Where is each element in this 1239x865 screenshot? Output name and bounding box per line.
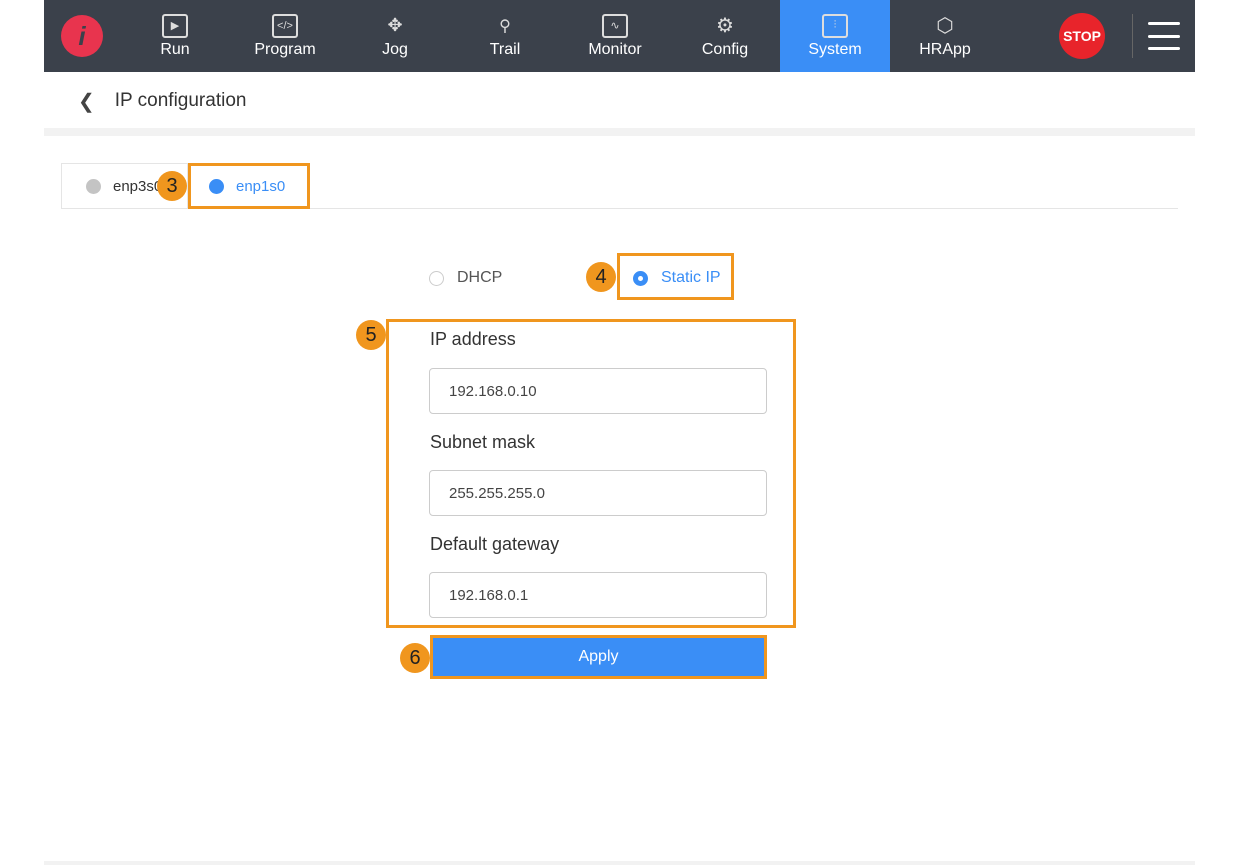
nav-label: Jog — [382, 40, 408, 58]
radio-label: DHCP — [457, 269, 503, 286]
nav-config[interactable]: ⚙ Config — [670, 0, 780, 72]
radio-circle-selected — [633, 270, 648, 286]
stop-button[interactable]: STOP — [1059, 13, 1105, 59]
location-icon: ⚲ — [499, 17, 511, 35]
nav-hrapp[interactable]: ⬡ HRApp — [890, 0, 1000, 72]
nav-system[interactable]: ⫶ System — [780, 0, 890, 72]
code-icon: </> — [272, 13, 298, 38]
page-title: IP configuration — [114, 90, 247, 111]
status-dot — [86, 179, 101, 194]
default-gateway-label: Default gateway — [430, 534, 560, 554]
nav-label: Run — [160, 40, 190, 58]
radio-label: Static IP — [661, 269, 721, 286]
nav-label: HRApp — [919, 40, 971, 58]
status-dot — [209, 178, 224, 194]
ip-address-label: IP address — [430, 329, 516, 349]
tab-enp1s0[interactable]: enp1s0 — [188, 163, 310, 209]
play-icon: ▶ — [162, 13, 188, 38]
radio-dhcp[interactable]: DHCP — [429, 269, 502, 287]
logo: i — [44, 0, 120, 72]
subnet-mask-input[interactable] — [429, 470, 767, 516]
move-icon: ✥ — [387, 15, 403, 35]
nav-monitor[interactable]: ∿ Monitor — [560, 0, 670, 72]
nav-jog[interactable]: ✥ Jog — [340, 0, 450, 72]
tab-label: enp3s0 — [113, 178, 163, 195]
step-badge: 4 — [586, 262, 616, 292]
monitor-icon: ∿ — [602, 13, 628, 38]
subnet-mask-label: Subnet mask — [430, 432, 536, 452]
nav-label: Config — [701, 40, 749, 58]
nav-trail[interactable]: ⚲ Trail — [450, 0, 560, 72]
nav-run[interactable]: ▶ Run — [120, 0, 230, 72]
nav-label: Program — [254, 40, 316, 58]
divider — [44, 861, 1195, 865]
tab-label: enp1s0 — [236, 177, 286, 195]
nav-program[interactable]: </> Program — [230, 0, 340, 72]
divider — [1132, 14, 1133, 58]
back-chevron-icon[interactable]: ❮ — [78, 89, 95, 114]
nav-label: System — [808, 40, 862, 58]
gear-icon: ⚙ — [716, 15, 734, 37]
default-gateway-input[interactable] — [429, 572, 767, 618]
divider — [44, 128, 1195, 136]
hamburger-menu-icon[interactable] — [1148, 22, 1180, 50]
interface-tabs: enp3s0 enp1s0 — [61, 163, 1178, 209]
radio-circle — [429, 270, 444, 286]
nav-label: Trail — [489, 40, 521, 58]
cube-icon: ⬡ — [936, 15, 954, 37]
system-icon: ⫶ — [822, 13, 848, 38]
step-badge: 5 — [356, 320, 386, 350]
apply-button[interactable]: Apply — [430, 635, 767, 679]
radio-static-ip[interactable]: Static IP — [633, 269, 721, 287]
page-header: ❮ IP configuration — [44, 72, 1195, 130]
ip-address-input[interactable] — [429, 368, 767, 414]
step-badge: 3 — [157, 171, 187, 201]
top-nav-bar: i ▶ Run </> Program ✥ Jog ⚲ Trail ∿ Monitor ⚙… — [44, 0, 1195, 72]
nav-label: Monitor — [588, 40, 642, 58]
step-badge: 6 — [400, 643, 430, 673]
